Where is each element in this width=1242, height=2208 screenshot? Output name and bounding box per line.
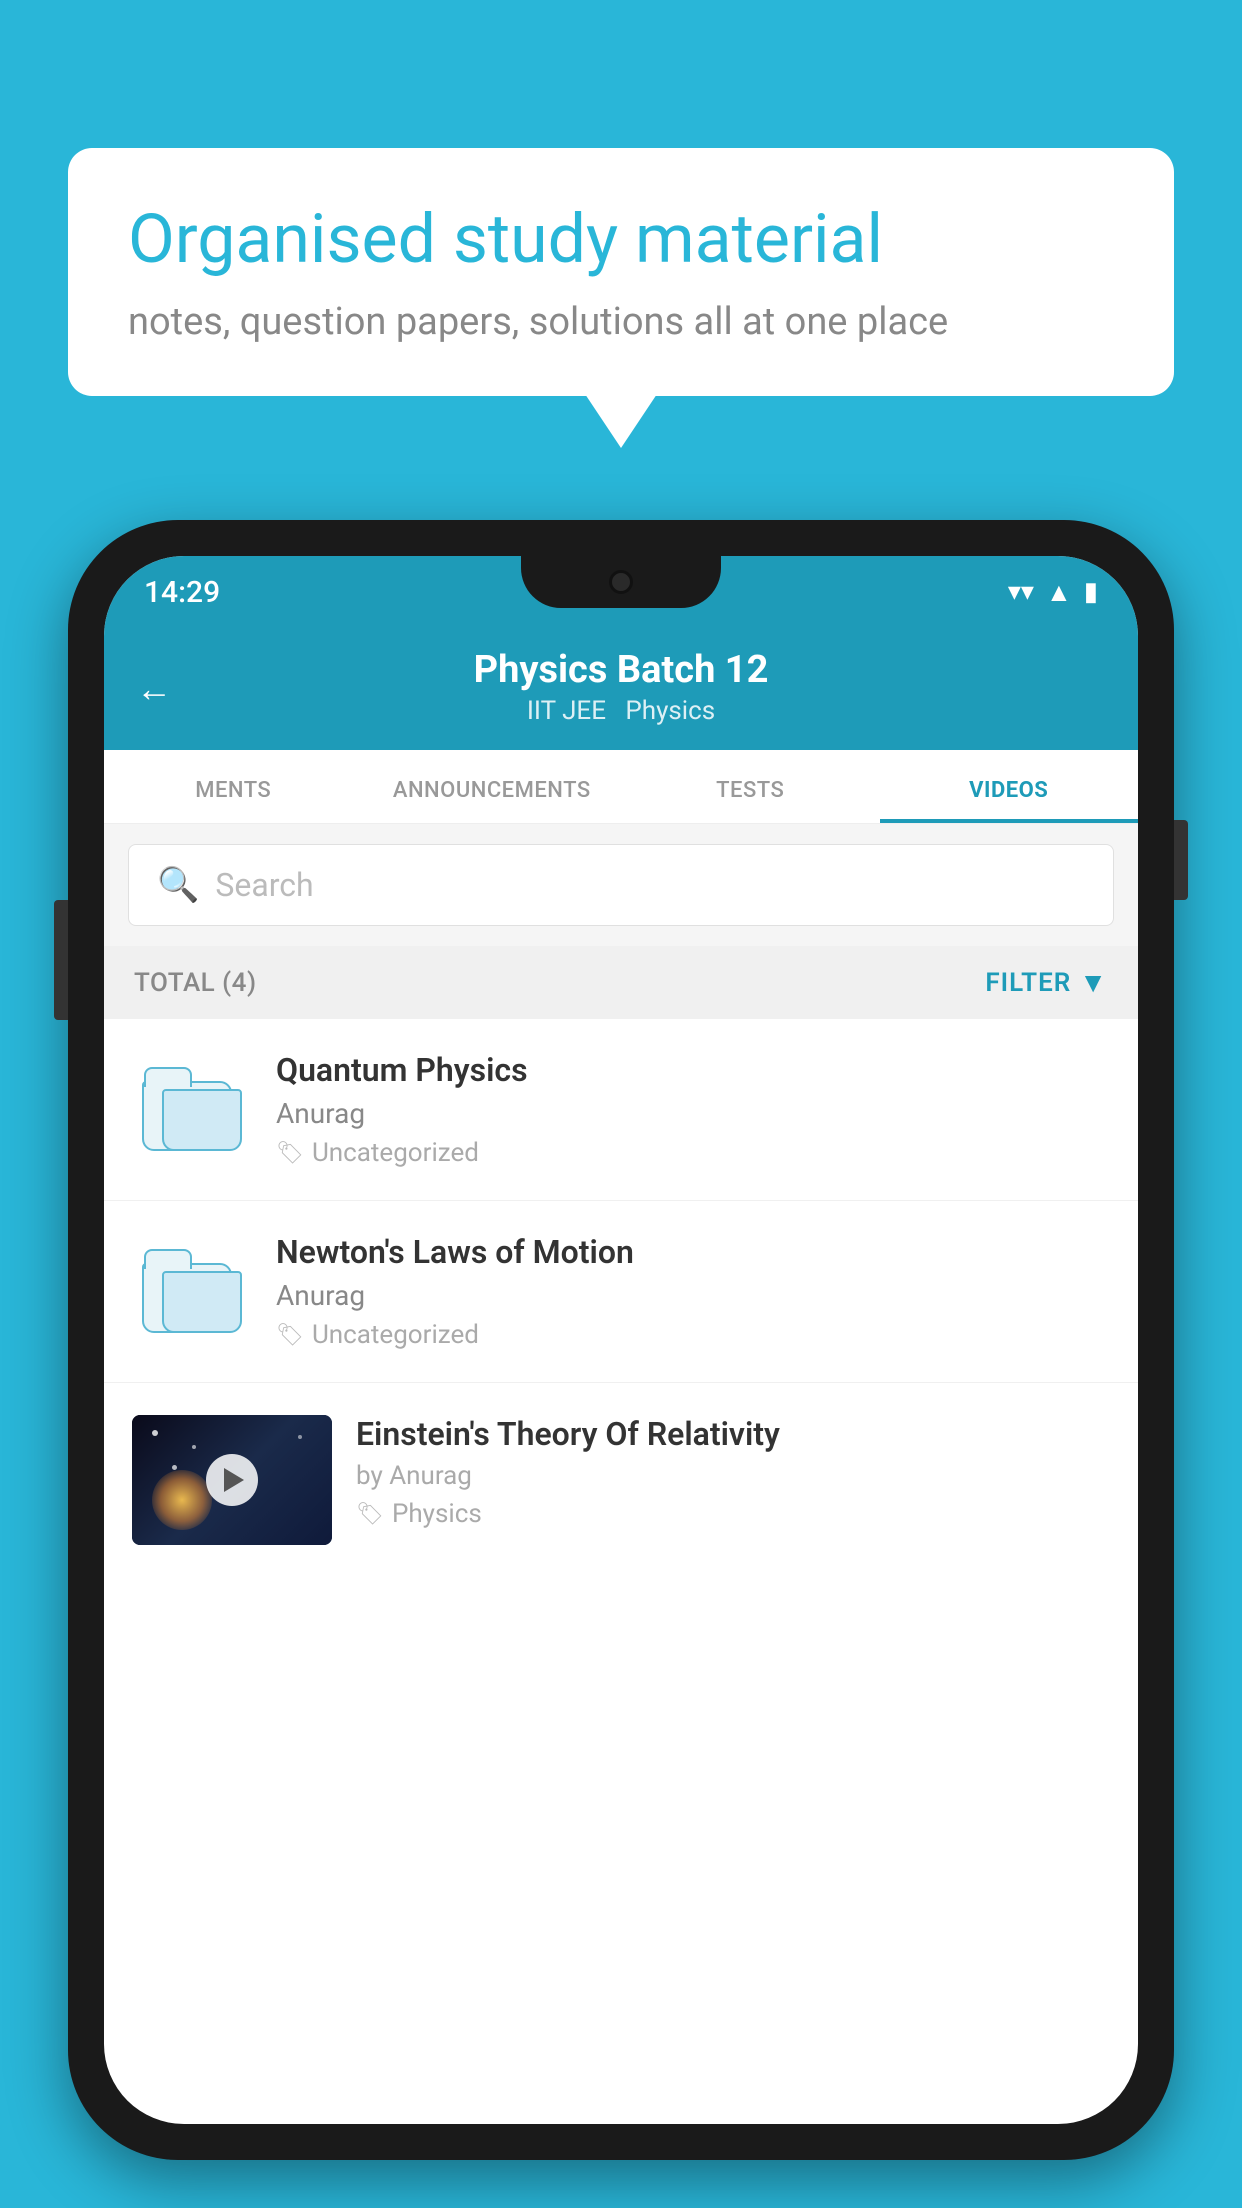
phone-screen: 14:29 ▾▾ ▲ ▮ ← Physics Batch 12 IIT JEE … xyxy=(104,556,1138,2124)
total-label: TOTAL (4) xyxy=(134,968,257,998)
signal-icon: ▲ xyxy=(1046,577,1072,608)
video-author: Anurag xyxy=(276,1279,1110,1312)
header-tag-physics: Physics xyxy=(625,696,715,726)
video-info: Quantum Physics Anurag 🏷 Uncategorized xyxy=(276,1051,1110,1168)
list-item[interactable]: Quantum Physics Anurag 🏷 Uncategorized xyxy=(104,1019,1138,1201)
phone-notch xyxy=(521,556,721,608)
header-title: Physics Batch 12 xyxy=(144,648,1098,692)
phone-container: 14:29 ▾▾ ▲ ▮ ← Physics Batch 12 IIT JEE … xyxy=(68,520,1174,2160)
tabs-bar: MENTS ANNOUNCEMENTS TESTS VIDEOS xyxy=(104,750,1138,824)
video-title: Einstein's Theory Of Relativity xyxy=(356,1415,1110,1453)
status-icons: ▾▾ ▲ ▮ xyxy=(1008,577,1098,608)
folder-front xyxy=(162,1089,242,1151)
speech-bubble: Organised study material notes, question… xyxy=(68,148,1174,396)
tag-label: Uncategorized xyxy=(312,1320,479,1350)
filter-label: FILTER xyxy=(985,968,1071,998)
tag-icon: 🏷 xyxy=(276,1141,304,1166)
video-author: Anurag xyxy=(276,1097,1110,1130)
header-tag-iit: IIT JEE xyxy=(527,696,606,726)
folder-icon xyxy=(142,1061,242,1151)
list-item[interactable]: Einstein's Theory Of Relativity by Anura… xyxy=(104,1383,1138,1577)
video-tag: 🏷 Uncategorized xyxy=(276,1320,1110,1350)
play-icon xyxy=(224,1468,244,1492)
video-info: Einstein's Theory Of Relativity by Anura… xyxy=(356,1415,1110,1529)
phone-camera xyxy=(609,570,633,594)
video-tag: 🏷 Physics xyxy=(356,1499,1110,1529)
back-button[interactable]: ← xyxy=(136,668,172,710)
speech-bubble-subtitle: notes, question papers, solutions all at… xyxy=(128,300,1114,344)
video-list: Quantum Physics Anurag 🏷 Uncategorized xyxy=(104,1019,1138,1577)
search-bar[interactable]: 🔍 Search xyxy=(128,844,1114,926)
tag-label: Uncategorized xyxy=(312,1138,479,1168)
search-placeholder: Search xyxy=(215,866,313,904)
play-button[interactable] xyxy=(206,1454,258,1506)
tab-videos[interactable]: VIDEOS xyxy=(880,750,1139,823)
folder-thumbnail xyxy=(132,1233,252,1343)
filter-button[interactable]: FILTER ▼ xyxy=(985,966,1108,999)
tag-icon: 🏷 xyxy=(356,1502,384,1527)
header-subtitle: IIT JEE Physics xyxy=(144,696,1098,726)
video-title: Quantum Physics xyxy=(276,1051,1110,1089)
folder-front xyxy=(162,1271,242,1333)
phone-shell: 14:29 ▾▾ ▲ ▮ ← Physics Batch 12 IIT JEE … xyxy=(68,520,1174,2160)
video-author: by Anurag xyxy=(356,1461,1110,1491)
video-thumbnail xyxy=(132,1415,332,1545)
filter-bar: TOTAL (4) FILTER ▼ xyxy=(104,946,1138,1019)
status-time: 14:29 xyxy=(144,575,220,610)
wifi-icon: ▾▾ xyxy=(1008,577,1034,607)
folder-thumbnail xyxy=(132,1051,252,1161)
search-icon: 🔍 xyxy=(157,865,199,905)
tab-tests[interactable]: TESTS xyxy=(621,750,880,823)
speech-bubble-title: Organised study material xyxy=(128,200,1114,278)
tab-ments[interactable]: MENTS xyxy=(104,750,363,823)
search-bar-container: 🔍 Search xyxy=(104,824,1138,946)
filter-funnel-icon: ▼ xyxy=(1079,966,1108,999)
folder-icon xyxy=(142,1243,242,1333)
video-info: Newton's Laws of Motion Anurag 🏷 Uncateg… xyxy=(276,1233,1110,1350)
list-item[interactable]: Newton's Laws of Motion Anurag 🏷 Uncateg… xyxy=(104,1201,1138,1383)
app-header: ← Physics Batch 12 IIT JEE Physics xyxy=(104,628,1138,750)
tag-icon: 🏷 xyxy=(276,1323,304,1348)
video-tag: 🏷 Uncategorized xyxy=(276,1138,1110,1168)
video-title: Newton's Laws of Motion xyxy=(276,1233,1110,1271)
tag-label: Physics xyxy=(392,1499,482,1529)
tab-announcements[interactable]: ANNOUNCEMENTS xyxy=(363,750,622,823)
battery-icon: ▮ xyxy=(1084,577,1098,607)
